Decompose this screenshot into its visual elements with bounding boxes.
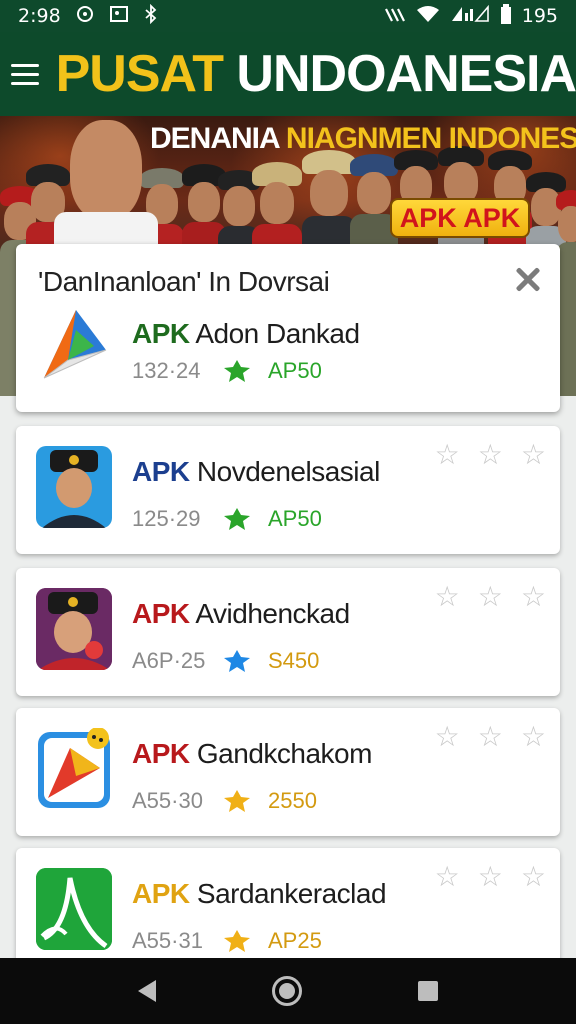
list-item[interactable]: APK Avidhenckad A6P·25 S450 ☆ ☆ ☆	[16, 568, 560, 696]
app-version: 125·29	[132, 506, 201, 531]
alarm-icon	[75, 4, 95, 29]
officer-portrait-icon	[36, 588, 112, 670]
menu-button[interactable]	[8, 44, 42, 104]
home-icon[interactable]	[272, 976, 302, 1006]
dialog-app-name[interactable]: APK Adon Dankad	[132, 318, 360, 350]
app-version: 132·24	[132, 358, 201, 383]
app-title-part2: UNDOANESIA	[236, 45, 576, 103]
app-title-text: Avidhenckad	[195, 598, 350, 629]
app-title-text: Novdenelsasial	[196, 456, 380, 487]
app-title-text: Gandkchakom	[196, 738, 373, 769]
apk-label: APK	[132, 318, 190, 349]
image-icon	[109, 4, 129, 29]
app-version: A55·30	[132, 788, 203, 813]
close-icon[interactable]	[510, 262, 546, 298]
list-item[interactable]: APK Gandkchakom A55·30 2550 ☆ ☆ ☆	[16, 708, 560, 836]
recent-apps-icon[interactable]	[418, 981, 438, 1001]
status-time: 2:98	[18, 5, 61, 27]
hamburger-icon	[10, 63, 39, 67]
app-size: 2550	[268, 788, 317, 813]
star-icon[interactable]: ☆	[521, 580, 546, 613]
star-icon[interactable]: ☆	[478, 580, 503, 613]
green-signature-icon	[36, 868, 112, 950]
app-title-text: Adon Dankad	[195, 318, 360, 349]
battery-icon	[500, 3, 512, 29]
star-icon[interactable]: ☆	[435, 580, 460, 613]
dialog-app-meta: 132·24 AP50	[132, 358, 322, 384]
apk-label: APK	[132, 738, 190, 769]
cellular-icon	[450, 4, 490, 28]
wifi-icon	[416, 5, 440, 28]
star-icon[interactable]: ☆	[478, 438, 503, 471]
main-person-figure	[54, 120, 158, 262]
app-meta: A55·30 2550	[132, 788, 317, 814]
app-size: AP50	[268, 358, 322, 383]
apk-label: APK	[132, 598, 190, 629]
verified-badge-icon	[224, 360, 250, 382]
rating-stars[interactable]: ☆ ☆ ☆	[435, 438, 546, 471]
app-meta: A6P·25 S450	[132, 648, 319, 674]
app-title-part1: PUSAT	[55, 45, 224, 103]
verified-badge-icon	[224, 790, 250, 812]
star-icon[interactable]: ☆	[521, 438, 546, 471]
banner-apk-badge[interactable]: APK APK	[390, 198, 530, 238]
star-icon[interactable]: ☆	[521, 720, 546, 753]
app-title-text: Sardankeraclad	[196, 878, 387, 909]
star-icon[interactable]: ☆	[435, 720, 460, 753]
rating-stars[interactable]: ☆ ☆ ☆	[435, 720, 546, 753]
police-officer-icon	[36, 446, 112, 528]
app-name: APK Novdenelsasial	[132, 456, 380, 488]
verified-badge-icon	[224, 930, 250, 952]
app-size: S450	[268, 648, 320, 673]
list-item[interactable]: APK Sardankeraclad A55·31 AP25 ☆ ☆ ☆	[16, 848, 560, 976]
dialog-title: 'DanInanloan' In Dovrsai	[38, 266, 330, 297]
system-nav-bar	[0, 958, 576, 1024]
banner-headline-white: DENANIA	[150, 122, 280, 155]
star-icon[interactable]: ☆	[435, 860, 460, 893]
app-meta: 125·29 AP50	[132, 506, 322, 532]
star-icon[interactable]: ☆	[478, 720, 503, 753]
battery-level: 195	[521, 5, 558, 27]
star-icon[interactable]: ☆	[478, 860, 503, 893]
star-icon[interactable]: ☆	[435, 438, 460, 471]
apk-label: APK	[132, 878, 190, 909]
verified-badge-icon	[224, 650, 250, 672]
app-bar: PUSAT UNDOANESIA	[0, 32, 576, 116]
app-version: A55·31	[132, 928, 203, 953]
banner-headline-yellow: NIAGNMEN INDONESIA	[285, 122, 576, 155]
app-title: PUSAT UNDOANESIA	[56, 44, 576, 104]
app-name: APK Sardankeraclad	[132, 878, 387, 910]
app-size: AP25	[268, 928, 322, 953]
status-bar: 2:98 195	[0, 0, 576, 32]
rating-stars[interactable]: ☆ ☆ ☆	[435, 860, 546, 893]
hamburger-line	[10, 72, 39, 76]
rating-stars[interactable]: ☆ ☆ ☆	[435, 580, 546, 613]
hamburger-line	[10, 81, 39, 85]
person-figure	[252, 162, 302, 264]
play-triangle-icon[interactable]	[38, 306, 112, 392]
back-icon[interactable]	[138, 980, 156, 1002]
list-item[interactable]: APK Novdenelsasial 125·29 AP50 ☆ ☆ ☆	[16, 426, 560, 554]
bluetooth-icon	[143, 3, 159, 29]
banner-headline: DENANIA NIAGNMEN INDONESIA	[150, 122, 576, 156]
app-meta: A55·31 AP25	[132, 928, 322, 954]
arrow-logo-icon	[36, 728, 112, 810]
download-dialog: 'DanInanloan' In Dovrsai APK Adon Dankad…	[16, 244, 560, 412]
verified-badge-icon	[224, 508, 250, 530]
star-icon[interactable]: ☆	[521, 860, 546, 893]
app-size: AP50	[268, 506, 322, 531]
app-name: APK Gandkchakom	[132, 738, 372, 770]
app-version: A6P·25	[132, 648, 206, 673]
apk-label: APK	[132, 456, 190, 487]
signal-strength-icon	[384, 5, 406, 28]
app-name: APK Avidhenckad	[132, 598, 350, 630]
